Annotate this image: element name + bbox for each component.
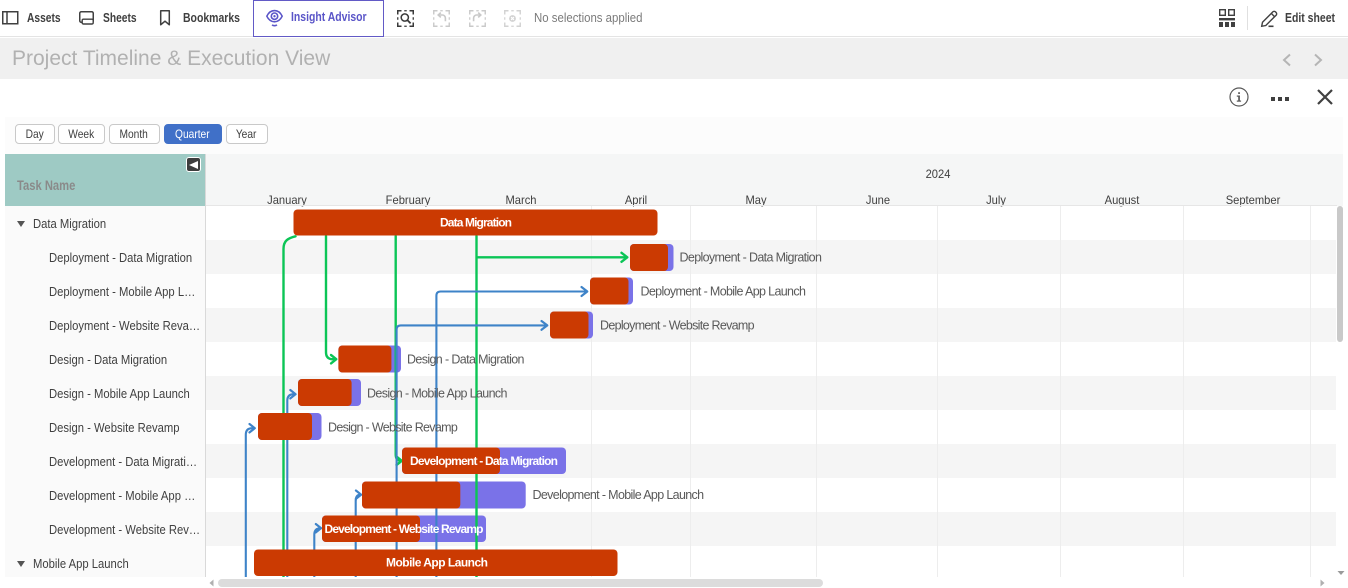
svg-text:Development - Mobile App Launc: Development - Mobile App Launch (533, 488, 705, 502)
svg-text:Development - Data Migration: Development - Data Migration (410, 454, 558, 468)
svg-text:Design - Data Migration: Design - Data Migration (407, 352, 525, 366)
svg-text:Deployment - Mobile App Launch: Deployment - Mobile App Launch (641, 284, 806, 298)
svg-text:Deployment - Website Revamp: Deployment - Website Revamp (600, 318, 755, 332)
svg-text:Mobile App Launch: Mobile App Launch (386, 556, 488, 570)
svg-text:Design - Mobile App Launch: Design - Mobile App Launch (367, 386, 508, 400)
svg-text:Design - Website Revamp: Design - Website Revamp (328, 420, 458, 434)
svg-text:Data Migration: Data Migration (440, 216, 512, 230)
svg-text:Deployment - Data Migration: Deployment - Data Migration (680, 251, 822, 265)
svg-text:Development - Website Revamp: Development - Website Revamp (325, 522, 484, 536)
